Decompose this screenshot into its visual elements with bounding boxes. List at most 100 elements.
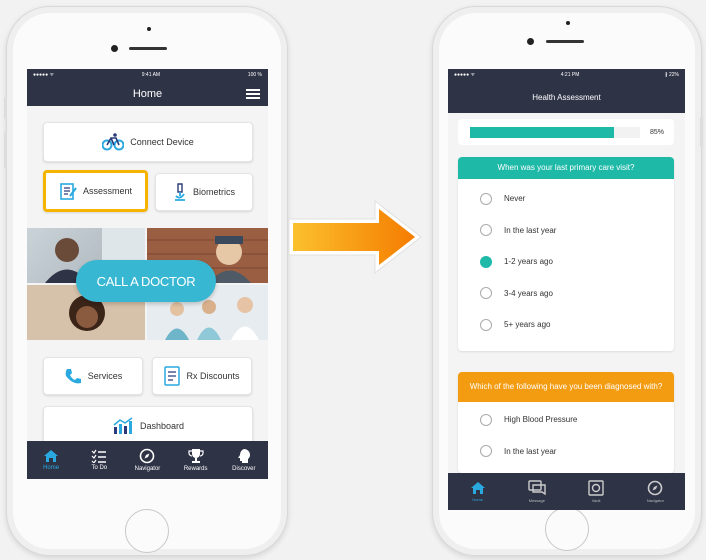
volume-button [4,132,7,168]
option-5-plus-years[interactable]: 5+ years ago [458,309,674,341]
discover-head-icon [237,449,250,463]
home-hardware-button[interactable] [125,509,169,553]
call-doctor-button[interactable]: CALL A DOCTOR [76,260,216,302]
microscope-icon [174,183,185,201]
dashboard-label: Dashboard [139,421,185,431]
tab-rewards[interactable]: Rewards [174,448,218,472]
tab-navigator[interactable]: Navigator [125,448,169,472]
progress-card: 85% [458,119,674,145]
question-2-header: Which of the following have you been dia… [458,372,674,402]
radio-button[interactable] [480,318,492,331]
tab-message-label: Message [528,498,545,503]
menu-icon[interactable] [246,89,260,99]
option-3-4-years[interactable]: 3-4 years ago [458,278,674,310]
tab-todo[interactable]: To Do [77,449,121,471]
page-title: Home [132,87,163,100]
radio-button-selected[interactable] [480,255,492,268]
status-bar: ●●●●● ᯤ 9:41 AM 100 % [27,69,268,81]
tab-vault-label: Vault [591,498,601,503]
tab-home-label: Home [43,465,60,471]
option-never[interactable]: Never [458,183,674,215]
app-header: Home [27,81,268,106]
clipboard-icon [60,183,77,200]
tab-home[interactable]: Home [458,481,498,502]
arrow-icon [288,199,422,275]
option-label: 3-4 years ago [504,288,553,298]
services-label: Services [87,371,123,381]
progress-bar [470,126,640,138]
dashboard-button[interactable]: Dashboard [43,406,253,446]
status-time: 4:21 PM [560,72,580,78]
page-title: Health Assessment [532,92,601,102]
tab-navigator[interactable]: Navigator [635,480,675,503]
option-label: In the last year [504,446,557,456]
sensor-dot [147,27,151,31]
battery-level: ∦ 22% [665,72,679,78]
option-label: High Blood Pressure [504,415,578,425]
services-button[interactable]: Services [43,357,143,395]
tab-home-label: Home [472,497,483,502]
option-label: In the last year [504,225,557,235]
radio-button[interactable] [480,287,492,300]
option-last-year[interactable]: In the last year [458,436,674,468]
side-button [700,117,703,147]
option-label: Never [504,194,526,204]
radio-button[interactable] [480,224,492,237]
rx-discounts-label: Rx Discounts [186,371,240,381]
option-1-2-years[interactable]: 1-2 years ago [458,246,674,278]
assessment-label: Assessment [82,186,133,196]
card-icon [164,366,181,386]
sensor-dot [566,21,570,25]
status-bar: ●●●●● ᯤ 4:21 PM ∦ 22% [448,69,685,81]
tab-todo-label: To Do [91,465,108,471]
tab-discover[interactable]: Discover [222,448,266,472]
progress-label: 85% [649,128,664,136]
question-card-1: When was your last primary care visit? N… [458,157,674,351]
chart-icon [113,417,133,434]
speaker-grille [129,47,167,50]
side-button [4,97,7,119]
message-icon [528,480,546,496]
checklist-icon [91,449,107,463]
compass-icon [140,448,155,464]
home-screen: ●●●●● ᯤ 9:41 AM 100 % Home Connect Devic… [27,69,268,479]
connect-device-button[interactable]: Connect Device [43,122,253,162]
option-label: 1-2 years ago [504,257,553,267]
connect-device-label: Connect Device [130,137,194,147]
camera-icon [111,45,118,52]
question-card-2: Which of the following have you been dia… [458,372,674,473]
option-high-blood-pressure[interactable]: High Blood Pressure [458,404,674,436]
biometrics-label: Biometrics [192,187,235,197]
radio-button[interactable] [480,445,492,458]
progress-fill [470,126,615,138]
option-last-year[interactable]: In the last year [458,215,674,247]
status-time: 9:41 AM [141,72,161,78]
radio-button[interactable] [480,192,492,205]
carrier-signal: ●●●●● ᯤ [454,72,476,78]
compass-icon [648,480,663,496]
battery-level: 100 % [247,72,262,78]
radio-button[interactable] [480,413,492,426]
bicycle-icon [102,133,125,151]
rx-discounts-button[interactable]: Rx Discounts [152,357,252,395]
health-assessment-screen: ●●●●● ᯤ 4:21 PM ∦ 22% Health Assessment … [448,69,685,510]
trophy-icon [188,449,204,463]
question-1-header: When was your last primary care visit? [458,157,674,179]
carrier-signal: ●●●●● ᯤ [33,72,55,78]
vault-icon [588,480,604,496]
bottom-tab-bar: Home To Do Navigator Rewards Discover [27,441,268,479]
home-icon [44,450,59,462]
home-icon [470,482,485,494]
tab-vault[interactable]: Vault [576,480,616,503]
bottom-tab-bar: Home Message Vault Navigator [448,473,685,510]
tab-home[interactable]: Home [29,449,73,471]
home-hardware-button[interactable] [545,507,589,551]
speaker-grille [546,40,584,43]
tab-rewards-label: Rewards [183,466,208,472]
camera-icon [527,38,534,45]
tab-navigator-label: Navigator [646,498,664,503]
option-label: 5+ years ago [504,320,551,330]
biometrics-button[interactable]: Biometrics [155,173,253,211]
tab-message[interactable]: Message [517,480,557,503]
assessment-button[interactable]: Assessment [43,170,148,212]
